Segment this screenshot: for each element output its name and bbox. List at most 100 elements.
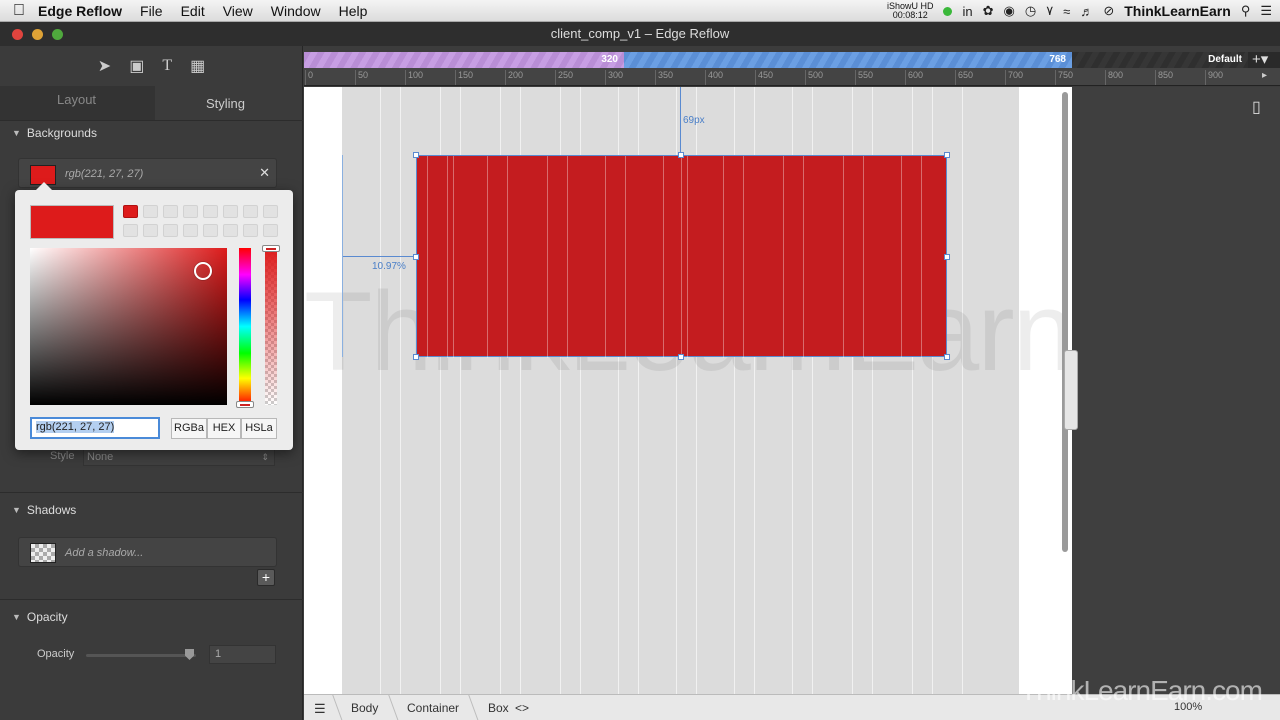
apple-icon[interactable]:  [0, 2, 38, 20]
ruler-tick: 0 [304, 70, 314, 85]
sync-icon[interactable]: ◉ [1004, 3, 1015, 19]
add-shadow-button[interactable]: + [257, 569, 275, 586]
ruler-tick: 150 [454, 70, 474, 85]
resize-handle-nw[interactable] [413, 152, 419, 158]
bluetooth-icon[interactable]: ۷ [1046, 3, 1053, 19]
history-swatch[interactable] [243, 224, 258, 237]
history-swatch[interactable] [163, 224, 178, 237]
canvas-scrollbar[interactable] [1062, 92, 1068, 552]
user-name[interactable]: ThinkLearnEarn [1124, 3, 1231, 19]
grid-overlay-line [743, 156, 744, 358]
history-swatch[interactable] [143, 224, 158, 237]
breakpoint-320[interactable]: 320 [304, 52, 624, 68]
menu-view[interactable]: View [223, 3, 253, 19]
menu-help[interactable]: Help [339, 3, 368, 19]
box-tool-icon[interactable]: ▣ [129, 56, 144, 76]
design-canvas[interactable]: ThinkLearnEarn.com 69px 10.97% [304, 87, 1072, 694]
history-swatch[interactable] [263, 224, 278, 237]
opacity-slider-handle[interactable] [185, 649, 194, 660]
breakpoint-320-label: 320 [601, 54, 618, 65]
grid-overlay-line [487, 156, 488, 358]
history-swatch[interactable] [223, 224, 238, 237]
grid-overlay-line [427, 156, 428, 358]
breakpoint-768[interactable]: 768 [624, 52, 1072, 68]
time-machine-icon[interactable]: ◷ [1025, 3, 1036, 19]
rgba-mode-button[interactable]: RGBa [171, 418, 207, 439]
color-cursor[interactable] [194, 262, 212, 280]
resize-handle-w[interactable] [413, 254, 419, 260]
backgrounds-header[interactable]: ▼ Backgrounds [0, 122, 303, 144]
window-titlebar: client_comp_v1 – Edge Reflow [0, 22, 1280, 46]
ruler-scroll-right-icon[interactable]: ▸ [1262, 70, 1267, 81]
select-tool-icon[interactable]: ➤ [98, 56, 111, 76]
tab-layout[interactable]: Layout [57, 92, 96, 107]
history-swatch[interactable] [203, 224, 218, 237]
ruler-tick: 300 [604, 70, 624, 85]
history-swatch[interactable] [123, 205, 138, 218]
spotlight-search-icon[interactable]: ⚲ [1241, 3, 1251, 19]
breadcrumb-container[interactable]: Container [407, 701, 459, 715]
wifi-icon[interactable]: ≈ [1063, 4, 1070, 19]
history-swatch[interactable] [143, 205, 158, 218]
history-swatch[interactable] [123, 224, 138, 237]
border-style-select[interactable]: None ⇕ [83, 449, 275, 466]
add-breakpoint-icon[interactable]: +▾ [1252, 52, 1268, 68]
hex-mode-button[interactable]: HEX [207, 418, 241, 439]
opacity-slider[interactable] [86, 654, 196, 657]
resize-handle-ne[interactable] [944, 152, 950, 158]
no-entry-icon[interactable]: ⊘ [1103, 3, 1114, 19]
zoom-window-button[interactable] [52, 29, 63, 40]
resize-handle-s[interactable] [678, 354, 684, 360]
corner-watermark: ThinkLearnEarn.com [1020, 675, 1263, 706]
divider [0, 492, 303, 493]
app-menu[interactable]: Edge Reflow [38, 3, 122, 19]
alpha-slider[interactable] [265, 248, 277, 405]
device-preview-icon[interactable]: ▯ [1252, 97, 1261, 117]
minimize-window-button[interactable] [32, 29, 43, 40]
breadcrumb-body[interactable]: Body [351, 701, 378, 715]
alpha-slider-handle[interactable] [262, 245, 280, 252]
history-swatch[interactable] [223, 205, 238, 218]
grid-overlay-line [921, 156, 922, 358]
notification-list-icon[interactable]: ☰ [1260, 3, 1272, 19]
history-swatch[interactable] [243, 205, 258, 218]
linkedin-icon[interactable]: in [962, 4, 972, 19]
opacity-input[interactable]: 1 [209, 645, 276, 664]
tab-styling[interactable]: Styling [206, 96, 245, 111]
resize-handle-n[interactable] [678, 152, 684, 158]
history-swatch[interactable] [183, 205, 198, 218]
history-swatch[interactable] [263, 205, 278, 218]
menu-edit[interactable]: Edit [181, 3, 205, 19]
left-measure-label: 10.97% [372, 261, 406, 272]
resize-handle-se[interactable] [944, 354, 950, 360]
resize-handle-sw[interactable] [413, 354, 419, 360]
background-entry[interactable]: rgb(221, 27, 27) ✕ [18, 158, 277, 188]
paw-icon[interactable]: ✿ [983, 3, 994, 19]
menu-window[interactable]: Window [271, 3, 321, 19]
text-tool-icon[interactable]: T [162, 57, 172, 75]
menu-file[interactable]: File [140, 3, 163, 19]
code-view-icon[interactable]: <> [515, 701, 529, 715]
recorder-status[interactable]: iShowU HD 00:08:12 [887, 2, 934, 20]
breadcrumb-box[interactable]: Box [488, 701, 509, 715]
selected-box[interactable] [416, 155, 947, 358]
history-swatch[interactable] [203, 205, 218, 218]
color-picker-popup: rgb(221, 27, 27) RGBa HEX HSLa [15, 182, 293, 450]
hsla-mode-button[interactable]: HSLa [241, 418, 277, 439]
history-swatch[interactable] [163, 205, 178, 218]
close-window-button[interactable] [12, 29, 23, 40]
resize-handle-e[interactable] [944, 254, 950, 260]
opacity-header[interactable]: ▼ Opacity [0, 606, 303, 628]
saturation-value-field[interactable] [30, 248, 227, 405]
breakpoint-default[interactable]: Default [1072, 52, 1248, 68]
canvas-resize-handle[interactable] [1064, 350, 1078, 430]
shadows-header[interactable]: ▼ Shadows [0, 499, 303, 521]
hue-slider[interactable] [239, 248, 251, 405]
volume-icon[interactable]: ♬ [1080, 4, 1093, 19]
remove-background-icon[interactable]: ✕ [259, 165, 270, 181]
color-value-input[interactable]: rgb(221, 27, 27) [30, 417, 160, 439]
shadow-entry[interactable]: Add a shadow... [18, 537, 277, 567]
history-swatch[interactable] [183, 224, 198, 237]
image-tool-icon[interactable]: ▦ [190, 56, 205, 76]
hue-slider-handle[interactable] [236, 401, 254, 408]
